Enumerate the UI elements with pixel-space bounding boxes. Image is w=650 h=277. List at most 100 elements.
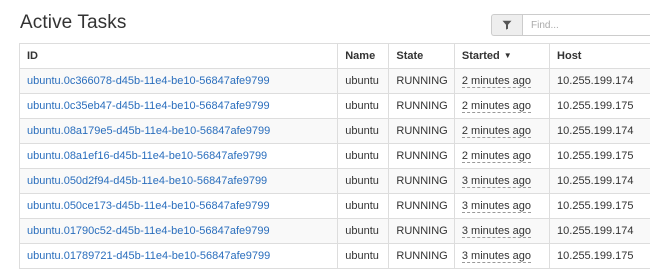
task-state: RUNNING — [396, 250, 448, 262]
cell-state: RUNNING — [388, 143, 455, 169]
task-name: ubuntu — [345, 175, 379, 187]
page-title: Active Tasks — [20, 12, 127, 33]
cell-id: ubuntu.01789721-d45b-11e4-be10-56847afe9… — [18, 243, 339, 269]
cell-host: 10.255.199.175 — [549, 143, 650, 169]
active-tasks-panel: Active Tasks ID Name State Started▼ Host… — [0, 0, 650, 277]
task-name: ubuntu — [345, 125, 379, 137]
cell-state: RUNNING — [388, 118, 455, 144]
task-state: RUNNING — [396, 175, 448, 187]
task-host: 10.255.199.174 — [557, 125, 634, 137]
cell-id: ubuntu.01790c52-d45b-11e4-be10-56847afe9… — [18, 218, 339, 244]
task-id-link[interactable]: ubuntu.050d2f94-d45b-11e4-be10-56847afe9… — [27, 175, 267, 187]
cell-name: ubuntu — [337, 168, 390, 194]
table-row: ubuntu.01789721-d45b-11e4-be10-56847afe9… — [18, 243, 650, 269]
table-header-row: ID Name State Started ▼ Host — [18, 43, 650, 69]
task-filter — [491, 14, 650, 36]
cell-started: 2 minutes ago — [453, 93, 551, 119]
task-state: RUNNING — [396, 75, 448, 87]
cell-host: 10.255.199.175 — [549, 243, 650, 269]
cell-id: ubuntu.08a179e5-d45b-11e4-be10-56847afe9… — [18, 118, 339, 144]
table-row: ubuntu.01790c52-d45b-11e4-be10-56847afe9… — [18, 218, 650, 244]
task-started: 3 minutes ago — [461, 225, 531, 238]
task-name: ubuntu — [345, 225, 379, 237]
cell-id: ubuntu.0c366078-d45b-11e4-be10-56847afe9… — [18, 68, 339, 94]
cell-host: 10.255.199.174 — [549, 218, 650, 244]
table-row: ubuntu.0c35eb47-d45b-11e4-be10-56847afe9… — [18, 93, 650, 119]
task-started: 3 minutes ago — [461, 175, 531, 188]
task-id-link[interactable]: ubuntu.01789721-d45b-11e4-be10-56847afe9… — [27, 250, 270, 262]
cell-name: ubuntu — [337, 68, 390, 94]
cell-started: 3 minutes ago — [453, 243, 551, 269]
table-row: ubuntu.050d2f94-d45b-11e4-be10-56847afe9… — [18, 168, 650, 194]
cell-name: ubuntu — [337, 93, 390, 119]
cell-id: ubuntu.050d2f94-d45b-11e4-be10-56847afe9… — [18, 168, 339, 194]
task-id-link[interactable]: ubuntu.050ce173-d45b-11e4-be10-56847afe9… — [27, 200, 270, 212]
find-input[interactable] — [522, 14, 650, 36]
cell-state: RUNNING — [388, 243, 455, 269]
task-name: ubuntu — [345, 250, 379, 262]
table-row: ubuntu.050ce173-d45b-11e4-be10-56847afe9… — [18, 193, 650, 219]
cell-started: 2 minutes ago — [453, 118, 551, 144]
column-header-name[interactable]: Name — [337, 43, 390, 69]
cell-host: 10.255.199.175 — [549, 193, 650, 219]
filter-icon — [491, 14, 522, 36]
task-started: 2 minutes ago — [461, 75, 531, 88]
cell-host: 10.255.199.174 — [549, 68, 650, 94]
task-started: 3 minutes ago — [461, 250, 531, 263]
cell-id: ubuntu.0c35eb47-d45b-11e4-be10-56847afe9… — [18, 93, 339, 119]
cell-state: RUNNING — [388, 218, 455, 244]
cell-state: RUNNING — [388, 93, 455, 119]
table-row: ubuntu.0c366078-d45b-11e4-be10-56847afe9… — [18, 68, 650, 94]
task-host: 10.255.199.175 — [557, 200, 634, 212]
cell-name: ubuntu — [337, 243, 390, 269]
cell-started: 3 minutes ago — [453, 193, 551, 219]
task-host: 10.255.199.174 — [557, 175, 634, 187]
table-row: ubuntu.08a179e5-d45b-11e4-be10-56847afe9… — [18, 118, 650, 144]
column-header-name-label: Name — [345, 50, 376, 62]
table-row: ubuntu.08a1ef16-d45b-11e4-be10-56847afe9… — [18, 143, 650, 169]
task-id-link[interactable]: ubuntu.01790c52-d45b-11e4-be10-56847afe9… — [27, 225, 270, 237]
task-host: 10.255.199.175 — [557, 100, 634, 112]
task-host: 10.255.199.174 — [557, 75, 634, 87]
task-id-link[interactable]: ubuntu.08a179e5-d45b-11e4-be10-56847afe9… — [27, 125, 270, 137]
task-name: ubuntu — [345, 75, 379, 87]
cell-name: ubuntu — [337, 118, 390, 144]
cell-name: ubuntu — [337, 143, 390, 169]
task-id-link[interactable]: ubuntu.0c366078-d45b-11e4-be10-56847afe9… — [27, 75, 270, 87]
column-header-state-label: State — [396, 50, 424, 62]
cell-host: 10.255.199.174 — [549, 118, 650, 144]
column-header-id-label: ID — [27, 50, 38, 62]
cell-id: ubuntu.08a1ef16-d45b-11e4-be10-56847afe9… — [18, 143, 339, 169]
task-host: 10.255.199.175 — [557, 150, 634, 162]
column-header-started-label: Started — [461, 50, 500, 62]
tasks-table: ID Name State Started ▼ Host ubuntu.0c366… — [18, 43, 650, 269]
column-header-started[interactable]: Started ▼ — [453, 43, 551, 69]
task-started: 3 minutes ago — [461, 200, 531, 213]
task-id-link[interactable]: ubuntu.0c35eb47-d45b-11e4-be10-56847afe9… — [27, 100, 270, 112]
task-id-link[interactable]: ubuntu.08a1ef16-d45b-11e4-be10-56847afe9… — [27, 150, 267, 162]
cell-started: 2 minutes ago — [453, 143, 551, 169]
task-state: RUNNING — [396, 100, 448, 112]
cell-name: ubuntu — [337, 193, 390, 219]
cell-host: 10.255.199.174 — [549, 168, 650, 194]
cell-state: RUNNING — [388, 193, 455, 219]
cell-name: ubuntu — [337, 218, 390, 244]
column-header-host[interactable]: Host — [549, 43, 650, 69]
task-state: RUNNING — [396, 150, 448, 162]
cell-state: RUNNING — [388, 168, 455, 194]
column-header-host-label: Host — [557, 50, 582, 62]
cell-started: 3 minutes ago — [453, 168, 551, 194]
task-started: 2 minutes ago — [461, 100, 531, 113]
sort-descending-icon: ▼ — [503, 51, 512, 60]
cell-state: RUNNING — [388, 68, 455, 94]
task-started: 2 minutes ago — [461, 150, 531, 163]
cell-started: 3 minutes ago — [453, 218, 551, 244]
tasks-table-body: ubuntu.0c366078-d45b-11e4-be10-56847afe9… — [18, 68, 650, 269]
task-state: RUNNING — [396, 200, 448, 212]
column-header-id[interactable]: ID — [18, 43, 339, 69]
task-started: 2 minutes ago — [461, 125, 531, 138]
column-header-state[interactable]: State — [388, 43, 455, 69]
task-host: 10.255.199.175 — [557, 250, 634, 262]
task-state: RUNNING — [396, 125, 448, 137]
task-name: ubuntu — [345, 100, 379, 112]
